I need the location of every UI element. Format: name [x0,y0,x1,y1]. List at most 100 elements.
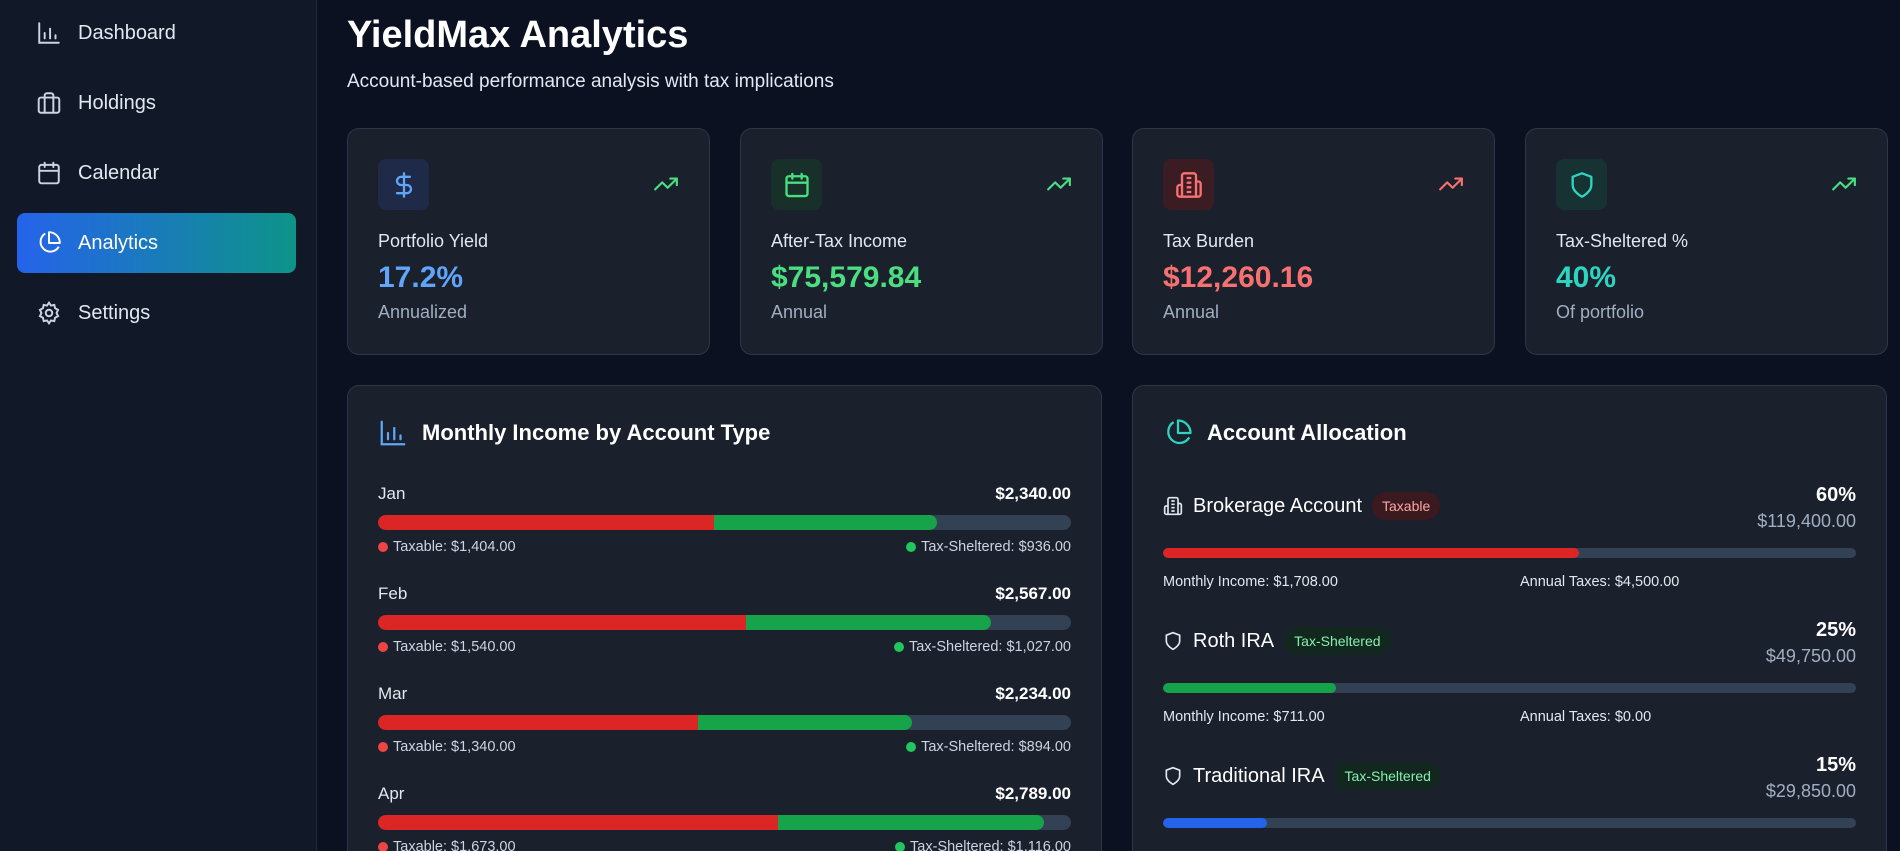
sheltered-legend: Tax-Sheltered: $936.00 [906,539,1071,555]
pie-chart-icon [1167,419,1192,445]
income-bar [378,715,1071,730]
account-name-group: Traditional IRA Tax-Sheltered [1163,762,1441,790]
green-dot-icon [895,842,906,851]
stat-value: $75,579.84 [771,261,922,294]
trending-up-icon [654,177,678,191]
sidebar-item-settings[interactable]: Settings [17,283,296,343]
page-title: YieldMax Analytics [347,14,689,56]
trending-up-icon [1439,177,1463,191]
panel-title: Monthly Income by Account Type [422,420,771,445]
sheltered-legend: Tax-Sheltered: $1,116.00 [895,839,1071,851]
pie-chart-icon [39,231,61,253]
sidebar-item-label: Holdings [78,91,156,114]
stat-label: After-Tax Income [771,231,908,251]
account-name: Brokerage Account [1193,494,1362,517]
account-name: Roth IRA [1193,629,1275,652]
month-name: Apr [378,784,405,803]
main-content: YieldMax Analytics Account-based perform… [317,0,1900,851]
gear-icon [38,300,60,326]
account-name-group: Roth IRA Tax-Sheltered [1163,627,1391,655]
allocation-fill [1163,683,1337,693]
sidebar-item-dashboard[interactable]: Dashboard [17,3,296,63]
month-total: $2,789.00 [995,784,1071,803]
account-percent: 60% [1815,484,1856,506]
briefcase-icon [37,92,61,114]
icon-box [771,159,822,210]
stat-card-tax-burden: Tax Burden $12,260.16 Annual [1132,128,1495,355]
icon-box [1556,159,1607,210]
income-bar [378,515,1071,530]
sheltered-amount: Tax-Sheltered: $1,027.00 [908,639,1071,655]
shield-icon [1165,766,1181,786]
green-dot-icon [906,742,917,752]
account-allocation-panel: Account Allocation Brokerage Account Tax… [1132,385,1887,851]
sidebar-item-holdings[interactable]: Holdings [17,73,296,133]
stat-sub: Of portfolio [1556,302,1645,322]
stat-label: Portfolio Yield [378,231,489,251]
month-name: Mar [378,684,408,703]
account-percent: 25% [1815,619,1856,641]
sidebar-item-label: Dashboard [78,21,176,44]
building-icon [1163,496,1183,516]
taxable-amount: Taxable: $1,540.00 [393,639,516,655]
green-dot-icon [906,542,917,552]
monthly-income: Monthly Income: $711.00 [1163,709,1325,725]
sidebar-item-analytics[interactable]: Analytics [17,213,296,273]
stat-label: Tax Burden [1163,231,1255,251]
red-dot-icon [378,742,388,752]
sidebar-item-label: Settings [78,301,151,324]
month-name: Jan [378,484,406,503]
account-amount: $119,400.00 [1757,511,1856,531]
panel-header: Monthly Income by Account Type [378,418,770,448]
sidebar-item-calendar[interactable]: Calendar [17,143,296,203]
icon-box [1163,159,1214,210]
building-icon [1175,171,1202,198]
taxable-segment [378,715,699,730]
red-dot-icon [378,542,388,552]
sheltered-amount: Tax-Sheltered: $936.00 [921,539,1071,555]
taxable-amount: Taxable: $1,404.00 [393,539,516,555]
stat-value: $12,260.16 [1163,261,1314,294]
panel-header: Account Allocation [1163,418,1407,448]
taxable-legend: Taxable: $1,540.00 [378,639,516,655]
taxable-segment [378,615,746,630]
stat-card-after-tax-income: After-Tax Income $75,579.84 Annual [740,128,1103,355]
stat-card-portfolio-yield: Portfolio Yield 17.2% Annualized [347,128,710,355]
annual-taxes: Annual Taxes: $4,500.00 [1520,574,1680,590]
stat-sub: Annual [771,302,828,322]
stat-label: Tax-Sheltered % [1556,231,1689,251]
sheltered-amount: Tax-Sheltered: $1,116.00 [910,839,1071,851]
month-total: $2,567.00 [995,584,1071,603]
income-bar [378,815,1071,830]
sheltered-segment [746,615,992,630]
shield-icon [1165,631,1181,651]
taxable-legend: Taxable: $1,404.00 [378,539,516,555]
taxable-amount: Taxable: $1,673.00 [393,839,516,851]
account-percent: 15% [1815,754,1856,776]
green-dot-icon [893,642,904,652]
sheltered-segment [698,715,912,730]
account-amount: $29,850.00 [1765,781,1856,801]
account-name-group: Brokerage Account Taxable [1163,492,1441,520]
annual-taxes: Annual Taxes: $0.00 [1520,709,1652,725]
taxable-legend: Taxable: $1,340.00 [378,739,516,755]
status-badge: Taxable [1372,492,1441,520]
account-name: Traditional IRA [1193,764,1325,787]
status-badge: Tax-Sheltered [1284,627,1391,655]
calendar-icon [784,172,809,197]
stat-value: 17.2% [378,261,464,294]
sidebar: Dashboard Holdings Calendar Analytics Se… [0,0,317,851]
taxable-amount: Taxable: $1,340.00 [393,739,516,755]
allocation-bar [1163,683,1856,693]
taxable-legend: Taxable: $1,673.00 [378,839,516,851]
allocation-bar [1163,548,1856,558]
allocation-bar [1163,818,1856,828]
month-total: $2,340.00 [995,484,1071,503]
sheltered-amount: Tax-Sheltered: $894.00 [921,739,1071,755]
calendar-icon [38,161,60,185]
month-name: Feb [378,584,408,603]
monthly-income: Monthly Income: $1,708.00 [1163,574,1338,590]
shield-icon [1571,171,1592,198]
sheltered-segment [777,815,1045,830]
month-total: $2,234.00 [995,684,1071,703]
